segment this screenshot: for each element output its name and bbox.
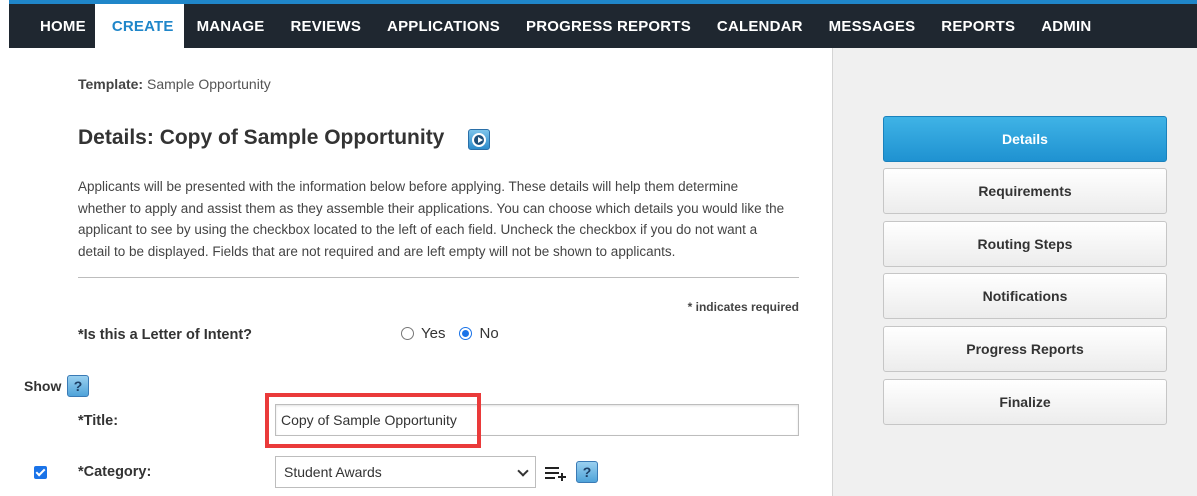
letter-of-intent-radio-group: Yes No <box>401 325 513 342</box>
sidebar-item-finalize[interactable]: Finalize <box>883 379 1167 425</box>
nav-admin[interactable]: ADMIN <box>1028 4 1104 48</box>
category-select[interactable]: Student Awards <box>275 456 536 488</box>
sidebar-item-progress-reports[interactable]: Progress Reports <box>883 326 1167 372</box>
title-input[interactable] <box>275 404 799 436</box>
template-label: Template: <box>78 76 144 92</box>
radio-yes-label[interactable]: Yes <box>421 325 445 342</box>
letter-of-intent-label: *Is this a Letter of Intent? <box>78 327 253 343</box>
list-add-icon[interactable] <box>544 463 568 483</box>
nav-manage[interactable]: MANAGE <box>184 4 278 48</box>
main-nav: HOME CREATE MANAGE REVIEWS APPLICATIONS … <box>9 4 1104 48</box>
template-value: Sample Opportunity <box>146 76 271 92</box>
sidebar-item-routing-steps[interactable]: Routing Steps <box>883 221 1167 267</box>
top-nav-bar: HOME CREATE MANAGE REVIEWS APPLICATIONS … <box>9 0 1197 48</box>
category-show-checkbox[interactable] <box>34 466 47 479</box>
sidebar-item-details[interactable]: Details <box>883 116 1167 162</box>
category-selected-value: Student Awards <box>284 464 382 480</box>
sidebar-item-notifications[interactable]: Notifications <box>883 273 1167 319</box>
radio-no-label[interactable]: No <box>479 325 498 342</box>
page-title: Details: Copy of Sample Opportunity <box>78 126 445 149</box>
nav-home[interactable]: HOME <box>9 4 95 48</box>
show-column-label: Show <box>24 378 62 394</box>
nav-messages[interactable]: MESSAGES <box>816 4 929 48</box>
show-help-icon[interactable]: ? <box>67 375 89 397</box>
category-help-icon[interactable]: ? <box>576 461 598 483</box>
nav-reports[interactable]: REPORTS <box>928 4 1028 48</box>
category-label: *Category: <box>78 464 152 480</box>
nav-calendar[interactable]: CALENDAR <box>704 4 816 48</box>
title-label: *Title: <box>78 413 119 429</box>
play-circle-icon[interactable] <box>468 129 490 150</box>
required-note: * indicates required <box>687 300 799 314</box>
chevron-down-icon <box>517 465 529 477</box>
nav-create[interactable]: CREATE <box>94 4 184 48</box>
page-description: Applicants will be presented with the in… <box>78 179 785 260</box>
template-info: Template: Sample Opportunity <box>78 76 271 92</box>
radio-yes[interactable] <box>401 327 414 340</box>
sidebar-item-requirements[interactable]: Requirements <box>883 168 1167 214</box>
nav-reviews[interactable]: REVIEWS <box>277 4 374 48</box>
divider <box>78 277 799 278</box>
nav-applications[interactable]: APPLICATIONS <box>374 4 513 48</box>
nav-progress-reports[interactable]: PROGRESS REPORTS <box>513 4 704 48</box>
radio-no[interactable] <box>459 327 473 340</box>
